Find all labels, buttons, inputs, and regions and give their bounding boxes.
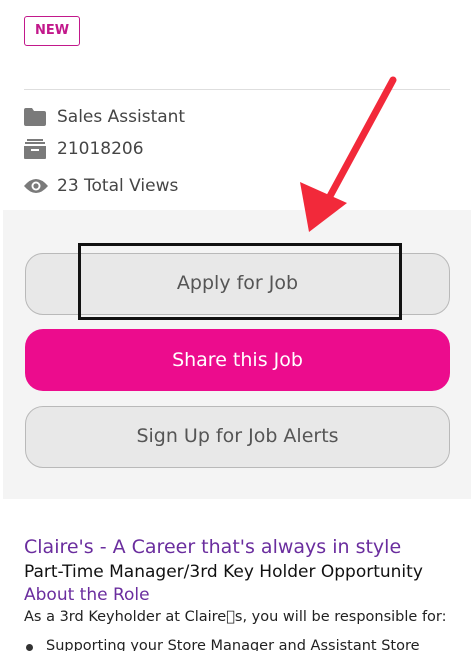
bullet-icon bbox=[26, 644, 33, 651]
bullet-text: Supporting your Store Manager and Assist… bbox=[46, 638, 420, 651]
job-views-text: 23 Total Views bbox=[57, 176, 179, 196]
job-views-row: 23 Total Views bbox=[24, 174, 178, 198]
job-alerts-button[interactable]: Sign Up for Job Alerts bbox=[25, 406, 450, 468]
folder-icon bbox=[24, 106, 50, 128]
job-category-row: Sales Assistant bbox=[24, 105, 185, 129]
job-detail-page: NEW Sales Assistant 21018206 23 Total Vi… bbox=[0, 0, 474, 651]
about-role-heading: About the Role bbox=[24, 585, 150, 605]
list-item: Supporting your Store Manager and Assist… bbox=[26, 638, 420, 651]
divider bbox=[24, 89, 450, 90]
new-badge: NEW bbox=[24, 16, 80, 46]
job-id-text: 21018206 bbox=[57, 139, 144, 159]
eye-icon bbox=[24, 175, 50, 197]
about-intro-text: As a 3rd Keyholder at Claire s, you will… bbox=[24, 609, 447, 625]
about-title: Claire's - A Career that's always in sty… bbox=[24, 536, 402, 558]
about-subtitle: Part-Time Manager/3rd Key Holder Opportu… bbox=[24, 562, 423, 582]
job-category-text: Sales Assistant bbox=[57, 107, 186, 127]
job-id-row: 21018206 bbox=[24, 137, 144, 161]
highlight-box bbox=[78, 243, 402, 320]
share-job-button[interactable]: Share this Job bbox=[25, 329, 450, 391]
archive-icon bbox=[24, 138, 50, 160]
